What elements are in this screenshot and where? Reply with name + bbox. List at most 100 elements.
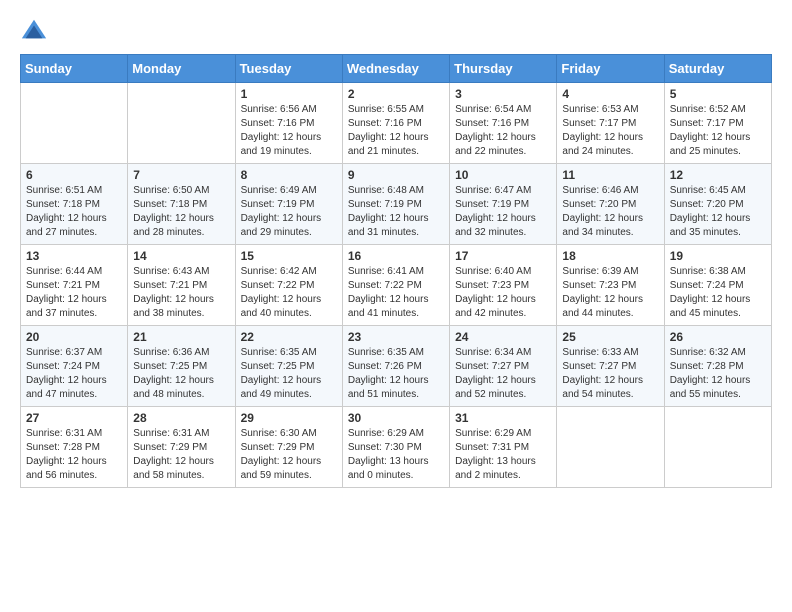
day-info: Sunrise: 6:46 AM Sunset: 7:20 PM Dayligh… <box>562 184 658 240</box>
day-number: 7 <box>133 168 229 182</box>
day-info: Sunrise: 6:53 AM Sunset: 7:17 PM Dayligh… <box>562 103 658 159</box>
day-info: Sunrise: 6:54 AM Sunset: 7:16 PM Dayligh… <box>455 103 551 159</box>
day-info: Sunrise: 6:29 AM Sunset: 7:30 PM Dayligh… <box>348 427 444 483</box>
day-number: 4 <box>562 87 658 101</box>
calendar-cell: 19 Sunrise: 6:38 AM Sunset: 7:24 PM Dayli… <box>664 245 771 326</box>
day-info: Sunrise: 6:33 AM Sunset: 7:27 PM Dayligh… <box>562 346 658 402</box>
day-info: Sunrise: 6:38 AM Sunset: 7:24 PM Dayligh… <box>670 265 766 321</box>
week-row-1: 1 Sunrise: 6:56 AM Sunset: 7:16 PM Daylig… <box>21 83 772 164</box>
day-info: Sunrise: 6:34 AM Sunset: 7:27 PM Dayligh… <box>455 346 551 402</box>
weekday-thursday: Thursday <box>450 55 557 83</box>
weekday-wednesday: Wednesday <box>342 55 449 83</box>
day-number: 22 <box>241 330 337 344</box>
day-number: 8 <box>241 168 337 182</box>
calendar-cell: 30 Sunrise: 6:29 AM Sunset: 7:30 PM Dayli… <box>342 407 449 488</box>
day-info: Sunrise: 6:40 AM Sunset: 7:23 PM Dayligh… <box>455 265 551 321</box>
day-info: Sunrise: 6:37 AM Sunset: 7:24 PM Dayligh… <box>26 346 122 402</box>
day-number: 14 <box>133 249 229 263</box>
day-info: Sunrise: 6:41 AM Sunset: 7:22 PM Dayligh… <box>348 265 444 321</box>
calendar-cell: 3 Sunrise: 6:54 AM Sunset: 7:16 PM Daylig… <box>450 83 557 164</box>
day-info: Sunrise: 6:44 AM Sunset: 7:21 PM Dayligh… <box>26 265 122 321</box>
day-info: Sunrise: 6:31 AM Sunset: 7:29 PM Dayligh… <box>133 427 229 483</box>
day-number: 26 <box>670 330 766 344</box>
week-row-3: 13 Sunrise: 6:44 AM Sunset: 7:21 PM Dayli… <box>21 245 772 326</box>
calendar-cell: 28 Sunrise: 6:31 AM Sunset: 7:29 PM Dayli… <box>128 407 235 488</box>
day-number: 27 <box>26 411 122 425</box>
day-number: 31 <box>455 411 551 425</box>
day-number: 17 <box>455 249 551 263</box>
day-number: 3 <box>455 87 551 101</box>
day-info: Sunrise: 6:56 AM Sunset: 7:16 PM Dayligh… <box>241 103 337 159</box>
day-number: 6 <box>26 168 122 182</box>
calendar-cell: 1 Sunrise: 6:56 AM Sunset: 7:16 PM Daylig… <box>235 83 342 164</box>
day-number: 21 <box>133 330 229 344</box>
calendar-cell: 24 Sunrise: 6:34 AM Sunset: 7:27 PM Dayli… <box>450 326 557 407</box>
week-row-4: 20 Sunrise: 6:37 AM Sunset: 7:24 PM Dayli… <box>21 326 772 407</box>
week-row-5: 27Sunrise: 6:31 AM Sunset: 7:28 PM Dayli… <box>21 407 772 488</box>
day-info: Sunrise: 6:50 AM Sunset: 7:18 PM Dayligh… <box>133 184 229 240</box>
day-number: 25 <box>562 330 658 344</box>
day-number: 19 <box>670 249 766 263</box>
day-info: Sunrise: 6:30 AM Sunset: 7:29 PM Dayligh… <box>241 427 337 483</box>
day-info: Sunrise: 6:42 AM Sunset: 7:22 PM Dayligh… <box>241 265 337 321</box>
calendar-cell: 4 Sunrise: 6:53 AM Sunset: 7:17 PM Daylig… <box>557 83 664 164</box>
calendar-cell: 18Sunrise: 6:39 AM Sunset: 7:23 PM Dayli… <box>557 245 664 326</box>
weekday-tuesday: Tuesday <box>235 55 342 83</box>
day-number: 20 <box>26 330 122 344</box>
day-info: Sunrise: 6:36 AM Sunset: 7:25 PM Dayligh… <box>133 346 229 402</box>
calendar-cell: 6 Sunrise: 6:51 AM Sunset: 7:18 PM Daylig… <box>21 164 128 245</box>
calendar-cell <box>664 407 771 488</box>
calendar-cell: 21 Sunrise: 6:36 AM Sunset: 7:25 PM Dayli… <box>128 326 235 407</box>
weekday-saturday: Saturday <box>664 55 771 83</box>
weekday-monday: Monday <box>128 55 235 83</box>
logo-icon <box>20 16 48 44</box>
day-number: 28 <box>133 411 229 425</box>
day-number: 29 <box>241 411 337 425</box>
calendar-cell: 29 Sunrise: 6:30 AM Sunset: 7:29 PM Dayli… <box>235 407 342 488</box>
day-number: 15 <box>241 249 337 263</box>
calendar-cell <box>128 83 235 164</box>
header <box>20 16 772 44</box>
day-number: 24 <box>455 330 551 344</box>
day-number: 5 <box>670 87 766 101</box>
day-info: Sunrise: 6:48 AM Sunset: 7:19 PM Dayligh… <box>348 184 444 240</box>
calendar-cell: 12 Sunrise: 6:45 AM Sunset: 7:20 PM Dayli… <box>664 164 771 245</box>
day-info: Sunrise: 6:47 AM Sunset: 7:19 PM Dayligh… <box>455 184 551 240</box>
day-info: Sunrise: 6:52 AM Sunset: 7:17 PM Dayligh… <box>670 103 766 159</box>
day-number: 10 <box>455 168 551 182</box>
day-info: Sunrise: 6:35 AM Sunset: 7:26 PM Dayligh… <box>348 346 444 402</box>
calendar-cell <box>21 83 128 164</box>
logo <box>20 16 52 44</box>
day-number: 23 <box>348 330 444 344</box>
calendar-cell: 14 Sunrise: 6:43 AM Sunset: 7:21 PM Dayli… <box>128 245 235 326</box>
calendar-cell: 7 Sunrise: 6:50 AM Sunset: 7:18 PM Daylig… <box>128 164 235 245</box>
calendar-cell: 5 Sunrise: 6:52 AM Sunset: 7:17 PM Daylig… <box>664 83 771 164</box>
day-number: 13 <box>26 249 122 263</box>
weekday-header-row: SundayMondayTuesdayWednesdayThursdayFrid… <box>21 55 772 83</box>
calendar-cell: 26 Sunrise: 6:32 AM Sunset: 7:28 PM Dayli… <box>664 326 771 407</box>
weekday-friday: Friday <box>557 55 664 83</box>
day-info: Sunrise: 6:29 AM Sunset: 7:31 PM Dayligh… <box>455 427 551 483</box>
calendar-cell: 13 Sunrise: 6:44 AM Sunset: 7:21 PM Dayli… <box>21 245 128 326</box>
day-number: 1 <box>241 87 337 101</box>
day-info: Sunrise: 6:45 AM Sunset: 7:20 PM Dayligh… <box>670 184 766 240</box>
day-info: Sunrise: 6:51 AM Sunset: 7:18 PM Dayligh… <box>26 184 122 240</box>
calendar-cell: 25 Sunrise: 6:33 AM Sunset: 7:27 PM Dayli… <box>557 326 664 407</box>
day-info: Sunrise: 6:55 AM Sunset: 7:16 PM Dayligh… <box>348 103 444 159</box>
calendar-cell: 11Sunrise: 6:46 AM Sunset: 7:20 PM Dayli… <box>557 164 664 245</box>
day-info: Sunrise: 6:35 AM Sunset: 7:25 PM Dayligh… <box>241 346 337 402</box>
calendar-cell: 23 Sunrise: 6:35 AM Sunset: 7:26 PM Dayli… <box>342 326 449 407</box>
page: SundayMondayTuesdayWednesdayThursdayFrid… <box>0 0 792 504</box>
day-info: Sunrise: 6:43 AM Sunset: 7:21 PM Dayligh… <box>133 265 229 321</box>
calendar-cell: 17 Sunrise: 6:40 AM Sunset: 7:23 PM Dayli… <box>450 245 557 326</box>
calendar-cell: 10 Sunrise: 6:47 AM Sunset: 7:19 PM Dayli… <box>450 164 557 245</box>
calendar-cell: 9 Sunrise: 6:48 AM Sunset: 7:19 PM Daylig… <box>342 164 449 245</box>
calendar-cell: 8Sunrise: 6:49 AM Sunset: 7:19 PM Daylig… <box>235 164 342 245</box>
day-info: Sunrise: 6:39 AM Sunset: 7:23 PM Dayligh… <box>562 265 658 321</box>
calendar-table: SundayMondayTuesdayWednesdayThursdayFrid… <box>20 54 772 488</box>
calendar-cell: 20 Sunrise: 6:37 AM Sunset: 7:24 PM Dayli… <box>21 326 128 407</box>
day-number: 9 <box>348 168 444 182</box>
day-number: 12 <box>670 168 766 182</box>
day-number: 30 <box>348 411 444 425</box>
day-info: Sunrise: 6:32 AM Sunset: 7:28 PM Dayligh… <box>670 346 766 402</box>
